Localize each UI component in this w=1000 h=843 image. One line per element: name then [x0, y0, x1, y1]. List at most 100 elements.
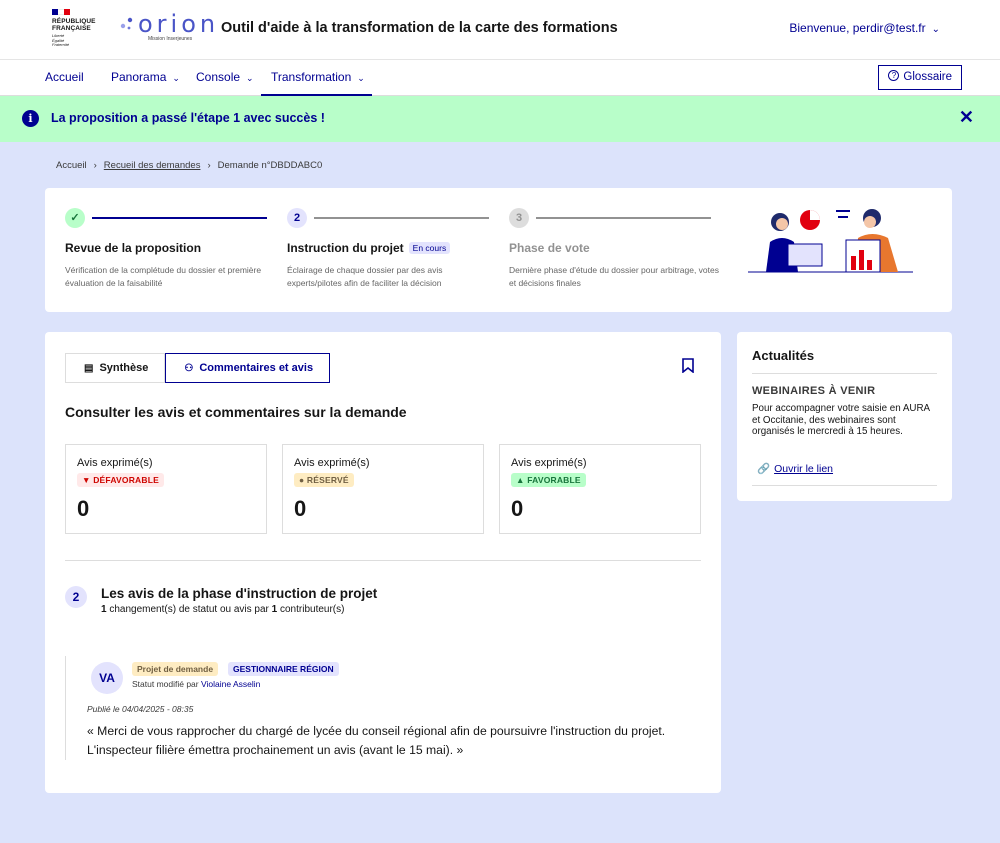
stat-card-reserve: Avis exprimé(s) ● RÉSERVÉ 0 — [282, 444, 484, 534]
nav-item-label: Console — [196, 70, 241, 84]
defavorable-badge: ▼ DÉFAVORABLE — [77, 473, 164, 487]
breadcrumb-current: Demande n°DBDDABC0 — [217, 160, 323, 171]
phase-number: 2 — [65, 586, 87, 608]
contributors-text: contributeur(s) — [277, 604, 345, 615]
stat-value: 0 — [77, 496, 90, 521]
tag-role: GESTIONNAIRE RÉGION — [228, 662, 339, 676]
badge-label: FAVORABLE — [527, 475, 581, 485]
phase-summary: 1 changement(s) de statut ou avis par 1 … — [101, 604, 344, 615]
step-instruction: 2 Instruction du projet En cours Éclairag… — [287, 208, 497, 290]
republique-francaise-logo[interactable]: RÉPUBLIQUE FRANÇAISE Liberté Égalité Fra… — [52, 9, 100, 48]
tab-label: Commentaires et avis — [199, 362, 314, 374]
site-title: Outil d'aide à la transformation de la c… — [221, 20, 618, 36]
step-title: Phase de vote — [509, 241, 590, 255]
status-change-line: Statut modifié par Violaine Asselin — [132, 679, 260, 689]
favorable-badge: ▲ FAVORABLE — [511, 473, 586, 487]
republique-line: RÉPUBLIQUE — [52, 18, 96, 25]
stat-value: 0 — [294, 496, 307, 521]
document-icon: ▤ — [84, 363, 94, 374]
glossaire-button[interactable]: ? Glossaire — [878, 65, 962, 90]
francaise-line: FRANÇAISE — [52, 25, 91, 32]
step-connector — [314, 217, 489, 219]
chevron-down-icon: ⌄ — [246, 73, 254, 83]
breadcrumb-item-recueil[interactable]: Recueil des demandes — [104, 160, 201, 171]
nav-item-accueil[interactable]: Accueil — [35, 60, 94, 96]
nav-item-panorama[interactable]: Panorama ⌄ — [101, 60, 190, 96]
step-number: 3 — [509, 208, 529, 228]
news-link-label: Ouvrir le lien — [774, 463, 834, 475]
chevron-down-icon: ⌄ — [357, 73, 365, 83]
stat-label: Avis exprimé(s) — [77, 457, 153, 469]
flag-icon — [52, 9, 70, 15]
section-title: Consulter les avis et commentaires sur l… — [65, 404, 407, 420]
news-heading: WEBINAIRES À VENIR — [752, 385, 876, 397]
main-card: ▤ Synthèse ⚇ Commentaires et avis Consulte… — [45, 332, 721, 793]
tag-projet-demande: Projet de demande — [132, 662, 219, 676]
step-title-text: Instruction du projet — [287, 241, 404, 255]
status-badge: En cours — [408, 241, 451, 254]
timeline-line — [65, 656, 66, 760]
glossaire-label: Glossaire — [903, 71, 952, 83]
stat-card-favorable: Avis exprimé(s) ▲ FAVORABLE 0 — [499, 444, 701, 534]
close-icon[interactable]: ✕ — [959, 107, 974, 128]
thumbs-up-icon: ▲ — [516, 475, 528, 485]
stat-card-defavorable: Avis exprimé(s) ▼ DÉFAVORABLE 0 — [65, 444, 267, 534]
breadcrumb-separator-icon: › — [93, 160, 97, 171]
nav-item-console[interactable]: Console ⌄ — [186, 60, 264, 96]
badge-label: RÉSERVÉ — [306, 475, 349, 485]
bookmark-icon[interactable] — [682, 358, 694, 373]
check-icon: ✓ — [65, 208, 85, 228]
changes-text: changement(s) de statut ou avis par — [106, 604, 272, 615]
devise: Liberté Égalité Fraternité — [52, 33, 100, 48]
step-description: Éclairage de chaque dossier par des avis… — [287, 265, 443, 288]
reserve-badge: ● RÉSERVÉ — [294, 473, 354, 487]
breadcrumb-separator-icon: › — [207, 160, 211, 171]
stat-value: 0 — [511, 496, 524, 521]
neutral-icon: ● — [299, 475, 307, 485]
devise-fraternite: Fraternité — [52, 42, 70, 47]
collaboration-illustration — [748, 209, 913, 273]
success-alert: i La proposition a passé l'étape 1 avec … — [0, 96, 1000, 142]
people-icon: ⚇ — [184, 363, 194, 374]
step-title: Instruction du projet En cours — [287, 241, 497, 255]
news-card: Actualités WEBINAIRES À VENIR Pour accom… — [737, 332, 952, 501]
chevron-down-icon: ⌄ — [172, 73, 180, 83]
divider — [752, 373, 937, 374]
news-link[interactable]: 🔗 Ouvrir le lien — [757, 462, 833, 475]
header: RÉPUBLIQUE FRANÇAISE Liberté Égalité Fra… — [0, 0, 1000, 60]
orion-wordmark: orion — [138, 10, 220, 38]
tab-bar: ▤ Synthèse ⚇ Commentaires et avis — [65, 353, 331, 383]
orion-dots-icon — [120, 17, 133, 30]
tab-label: Synthèse — [99, 362, 149, 374]
news-title: Actualités — [752, 348, 815, 363]
user-menu[interactable]: Bienvenue, perdir@test.fr ⌄ — [789, 21, 940, 35]
news-body: Pour accompagner votre saisie en AURA et… — [752, 403, 930, 437]
published-date: Publié le 04/04/2025 - 08:35 — [87, 704, 194, 714]
breadcrumb-item-accueil[interactable]: Accueil — [56, 160, 87, 171]
divider — [752, 485, 937, 486]
orion-logo[interactable]: orion Mission Inserjeunes — [120, 10, 215, 45]
phase-title: Les avis de la phase d'instruction de pr… — [101, 586, 378, 601]
author-name: Violaine Asselin — [200, 679, 261, 689]
tab-synthese[interactable]: ▤ Synthèse — [65, 353, 166, 383]
step-description: Vérification de la complétude du dossier… — [65, 265, 262, 288]
step-description: Dernière phase d'étude du dossier pour a… — [509, 265, 720, 288]
orion-subtitle: Mission Inserjeunes — [148, 36, 193, 42]
nav-item-transformation[interactable]: Transformation ⌄ — [261, 60, 372, 96]
stat-label: Avis exprimé(s) — [294, 457, 370, 469]
step-number: 2 — [287, 208, 307, 228]
divider — [65, 560, 701, 561]
user-menu-label: Bienvenue, perdir@test.fr — [789, 21, 926, 35]
question-icon: ? — [888, 70, 900, 82]
main-nav: Accueil Panorama ⌄ Console ⌄ Transformatio… — [0, 60, 1000, 96]
status-prefix: Statut modifié par — [132, 679, 201, 689]
breadcrumb: Accueil › Recueil des demandes › Demande n°D… — [56, 160, 322, 171]
step-title: Revue de la proposition — [65, 241, 202, 255]
stat-label: Avis exprimé(s) — [511, 457, 587, 469]
chevron-down-icon: ⌄ — [931, 24, 940, 35]
thumbs-down-icon: ▼ — [82, 475, 94, 485]
tab-commentaires[interactable]: ⚇ Commentaires et avis — [165, 353, 331, 383]
step-connector — [536, 217, 711, 219]
nav-item-label: Panorama — [111, 70, 167, 84]
info-icon: i — [22, 110, 39, 127]
